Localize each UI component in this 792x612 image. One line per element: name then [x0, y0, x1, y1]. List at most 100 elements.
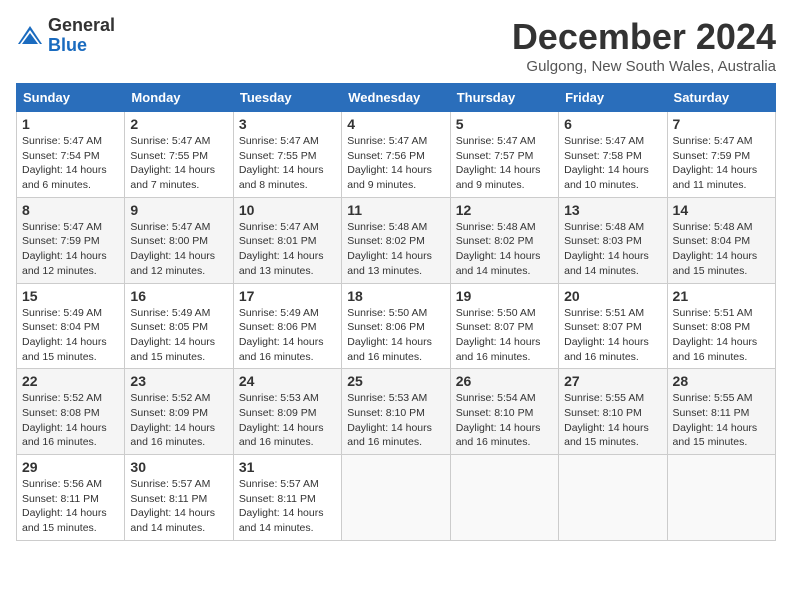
sunrise-label: Sunrise: 5:48 AM [673, 221, 753, 233]
sunrise-label: Sunrise: 5:47 AM [22, 135, 102, 147]
sunset-label: Sunset: 8:04 PM [22, 321, 100, 333]
daylight-label: Daylight: 14 hours and 12 minutes. [130, 250, 215, 277]
calendar-week-row: 29 Sunrise: 5:56 AM Sunset: 8:11 PM Dayl… [17, 455, 776, 541]
calendar-week-row: 8 Sunrise: 5:47 AM Sunset: 7:59 PM Dayli… [17, 197, 776, 283]
sunset-label: Sunset: 7:55 PM [130, 150, 208, 162]
day-number: 17 [239, 288, 336, 304]
logo: General Blue [16, 16, 115, 56]
day-info: Sunrise: 5:47 AM Sunset: 7:58 PM Dayligh… [564, 134, 661, 193]
sunrise-label: Sunrise: 5:53 AM [347, 392, 427, 404]
sunrise-label: Sunrise: 5:48 AM [564, 221, 644, 233]
sunrise-label: Sunrise: 5:51 AM [673, 307, 753, 319]
sunrise-label: Sunrise: 5:54 AM [456, 392, 536, 404]
calendar-table: Sunday Monday Tuesday Wednesday Thursday… [16, 83, 776, 541]
day-number: 25 [347, 373, 444, 389]
day-info: Sunrise: 5:47 AM Sunset: 7:57 PM Dayligh… [456, 134, 553, 193]
day-info: Sunrise: 5:57 AM Sunset: 8:11 PM Dayligh… [130, 477, 227, 536]
col-wednesday: Wednesday [342, 84, 450, 112]
sunset-label: Sunset: 8:10 PM [564, 407, 642, 419]
daylight-label: Daylight: 14 hours and 9 minutes. [456, 164, 541, 191]
sunset-label: Sunset: 7:55 PM [239, 150, 317, 162]
calendar-week-row: 22 Sunrise: 5:52 AM Sunset: 8:08 PM Dayl… [17, 369, 776, 455]
sunrise-label: Sunrise: 5:47 AM [456, 135, 536, 147]
calendar-day-cell: 3 Sunrise: 5:47 AM Sunset: 7:55 PM Dayli… [233, 112, 341, 198]
calendar-day-cell: 30 Sunrise: 5:57 AM Sunset: 8:11 PM Dayl… [125, 455, 233, 541]
calendar-day-cell [559, 455, 667, 541]
day-number: 18 [347, 288, 444, 304]
sunrise-label: Sunrise: 5:47 AM [239, 221, 319, 233]
daylight-label: Daylight: 14 hours and 8 minutes. [239, 164, 324, 191]
day-number: 6 [564, 116, 661, 132]
sunset-label: Sunset: 8:09 PM [239, 407, 317, 419]
sunset-label: Sunset: 8:05 PM [130, 321, 208, 333]
daylight-label: Daylight: 14 hours and 15 minutes. [564, 422, 649, 449]
sunset-label: Sunset: 7:57 PM [456, 150, 534, 162]
calendar-day-cell: 15 Sunrise: 5:49 AM Sunset: 8:04 PM Dayl… [17, 283, 125, 369]
sunset-label: Sunset: 8:04 PM [673, 235, 751, 247]
calendar-day-cell [450, 455, 558, 541]
sunrise-label: Sunrise: 5:49 AM [130, 307, 210, 319]
day-number: 7 [673, 116, 770, 132]
sunset-label: Sunset: 8:07 PM [456, 321, 534, 333]
day-number: 28 [673, 373, 770, 389]
calendar-day-cell: 7 Sunrise: 5:47 AM Sunset: 7:59 PM Dayli… [667, 112, 775, 198]
col-monday: Monday [125, 84, 233, 112]
day-info: Sunrise: 5:53 AM Sunset: 8:10 PM Dayligh… [347, 391, 444, 450]
day-info: Sunrise: 5:53 AM Sunset: 8:09 PM Dayligh… [239, 391, 336, 450]
day-info: Sunrise: 5:52 AM Sunset: 8:08 PM Dayligh… [22, 391, 119, 450]
daylight-label: Daylight: 14 hours and 13 minutes. [239, 250, 324, 277]
sunset-label: Sunset: 7:59 PM [673, 150, 751, 162]
day-info: Sunrise: 5:55 AM Sunset: 8:11 PM Dayligh… [673, 391, 770, 450]
col-saturday: Saturday [667, 84, 775, 112]
sunrise-label: Sunrise: 5:48 AM [347, 221, 427, 233]
day-info: Sunrise: 5:52 AM Sunset: 8:09 PM Dayligh… [130, 391, 227, 450]
calendar-day-cell: 27 Sunrise: 5:55 AM Sunset: 8:10 PM Dayl… [559, 369, 667, 455]
sunset-label: Sunset: 8:01 PM [239, 235, 317, 247]
sunset-label: Sunset: 8:08 PM [22, 407, 100, 419]
daylight-label: Daylight: 14 hours and 15 minutes. [22, 507, 107, 534]
day-number: 15 [22, 288, 119, 304]
calendar-day-cell: 18 Sunrise: 5:50 AM Sunset: 8:06 PM Dayl… [342, 283, 450, 369]
day-info: Sunrise: 5:47 AM Sunset: 7:55 PM Dayligh… [239, 134, 336, 193]
daylight-label: Daylight: 14 hours and 6 minutes. [22, 164, 107, 191]
day-number: 11 [347, 202, 444, 218]
sunset-label: Sunset: 8:03 PM [564, 235, 642, 247]
day-number: 8 [22, 202, 119, 218]
day-info: Sunrise: 5:57 AM Sunset: 8:11 PM Dayligh… [239, 477, 336, 536]
sunset-label: Sunset: 8:10 PM [456, 407, 534, 419]
daylight-label: Daylight: 14 hours and 14 minutes. [564, 250, 649, 277]
calendar-day-cell: 17 Sunrise: 5:49 AM Sunset: 8:06 PM Dayl… [233, 283, 341, 369]
day-info: Sunrise: 5:48 AM Sunset: 8:02 PM Dayligh… [347, 220, 444, 279]
sunrise-label: Sunrise: 5:52 AM [22, 392, 102, 404]
sunrise-label: Sunrise: 5:47 AM [673, 135, 753, 147]
col-friday: Friday [559, 84, 667, 112]
sunrise-label: Sunrise: 5:49 AM [239, 307, 319, 319]
calendar-day-cell: 8 Sunrise: 5:47 AM Sunset: 7:59 PM Dayli… [17, 197, 125, 283]
daylight-label: Daylight: 14 hours and 16 minutes. [130, 422, 215, 449]
calendar-day-cell: 12 Sunrise: 5:48 AM Sunset: 8:02 PM Dayl… [450, 197, 558, 283]
day-number: 9 [130, 202, 227, 218]
sunrise-label: Sunrise: 5:47 AM [347, 135, 427, 147]
daylight-label: Daylight: 14 hours and 13 minutes. [347, 250, 432, 277]
calendar-day-cell: 10 Sunrise: 5:47 AM Sunset: 8:01 PM Dayl… [233, 197, 341, 283]
day-info: Sunrise: 5:56 AM Sunset: 8:11 PM Dayligh… [22, 477, 119, 536]
day-info: Sunrise: 5:51 AM Sunset: 8:08 PM Dayligh… [673, 306, 770, 365]
calendar-day-cell: 16 Sunrise: 5:49 AM Sunset: 8:05 PM Dayl… [125, 283, 233, 369]
day-number: 30 [130, 459, 227, 475]
sunset-label: Sunset: 8:06 PM [239, 321, 317, 333]
day-number: 14 [673, 202, 770, 218]
calendar-day-cell: 28 Sunrise: 5:55 AM Sunset: 8:11 PM Dayl… [667, 369, 775, 455]
sunset-label: Sunset: 8:11 PM [130, 493, 207, 505]
day-number: 20 [564, 288, 661, 304]
calendar-day-cell: 5 Sunrise: 5:47 AM Sunset: 7:57 PM Dayli… [450, 112, 558, 198]
day-number: 27 [564, 373, 661, 389]
logo-blue: Blue [48, 36, 115, 56]
daylight-label: Daylight: 14 hours and 7 minutes. [130, 164, 215, 191]
daylight-label: Daylight: 14 hours and 15 minutes. [673, 250, 758, 277]
day-info: Sunrise: 5:49 AM Sunset: 8:05 PM Dayligh… [130, 306, 227, 365]
day-number: 19 [456, 288, 553, 304]
daylight-label: Daylight: 14 hours and 16 minutes. [347, 422, 432, 449]
sunset-label: Sunset: 8:07 PM [564, 321, 642, 333]
title-area: December 2024 Gulgong, New South Wales, … [512, 16, 776, 75]
day-info: Sunrise: 5:55 AM Sunset: 8:10 PM Dayligh… [564, 391, 661, 450]
